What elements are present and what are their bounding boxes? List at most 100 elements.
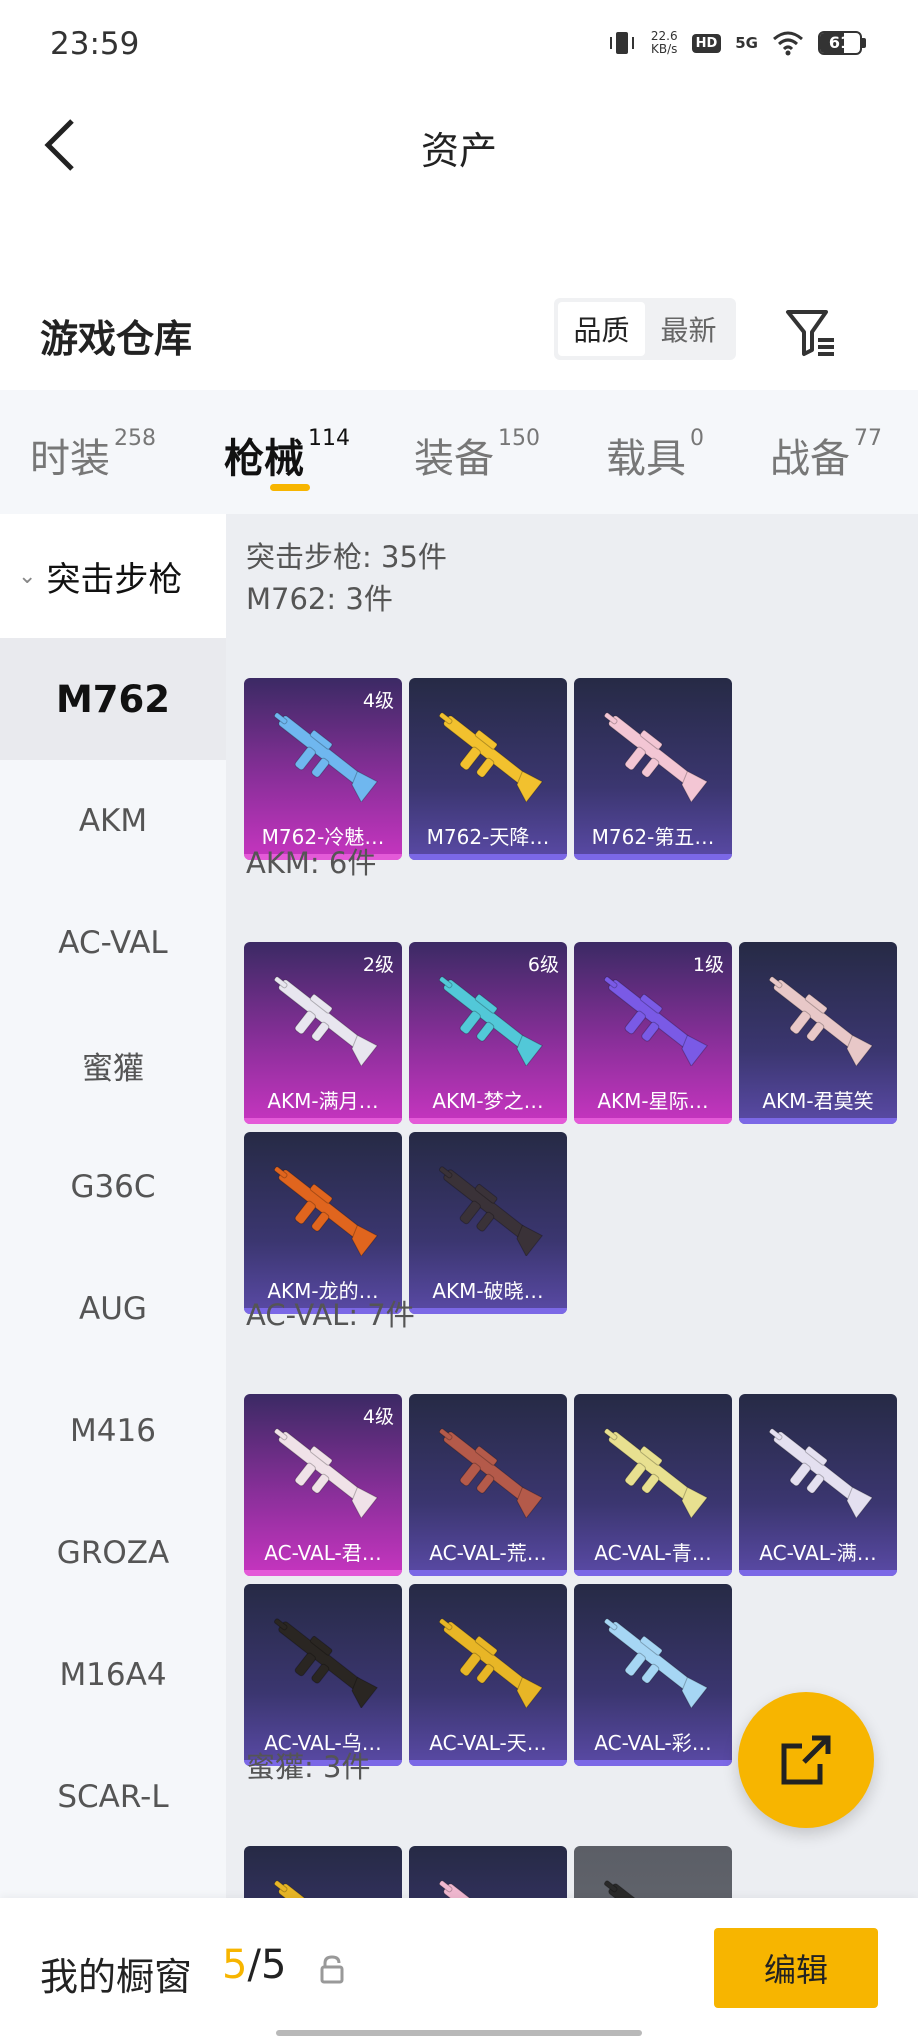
sidebar-item-5[interactable]: AUG [0,1248,226,1370]
tab-vehicles[interactable]: 载具 0 [606,426,704,484]
card-name: AC-VAL-天… [429,1731,547,1755]
rifle-icon [604,976,708,1066]
hd-badge: HD [691,33,722,53]
tab-count: 258 [114,426,156,451]
tab-label: 战备 [770,436,850,482]
card-level: 4级 [362,1406,394,1428]
card-name: M762-第五… [591,825,715,849]
filter-icon [786,310,834,356]
section-title: AKM: 6件 [246,846,377,880]
edit-button[interactable]: 编辑 [714,1928,878,2008]
rifle-icon [274,1618,378,1708]
status-bar: 23:59 22.6 KB/s HD 5G 61 [0,0,918,90]
weapon-card[interactable]: AC-VAL-青… [574,1394,732,1576]
rarity-strip [574,1760,732,1766]
card-name: AC-VAL-彩… [594,1731,712,1755]
rifle-icon [439,1618,543,1708]
rifle-icon [604,1618,708,1708]
weapon-card[interactable]: AC-VAL-荒… [409,1394,567,1576]
sort-option-quality[interactable]: 品质 [558,302,645,356]
card-level: 1级 [692,954,724,976]
rarity-strip [574,854,732,860]
tab-supplies[interactable]: 战备 77 [770,426,882,484]
rarity-strip [244,1570,402,1576]
tab-costume[interactable]: 时装 258 [30,426,156,484]
rifle-icon [274,712,378,802]
status-time: 23:59 [50,26,140,62]
sidebar-item-1[interactable]: AKM [0,760,226,882]
weapon-card[interactable]: AC-VAL-彩… [574,1584,732,1766]
rifle-icon [439,1166,543,1256]
showcase-label: 我的橱窗 [40,1955,193,1999]
weapon-card[interactable]: 6级 AKM-梦之… [409,942,567,1124]
showcase-total: 5 [260,1942,287,1988]
rifle-icon [439,1428,543,1518]
sidebar-item-8[interactable]: M16A4 [0,1614,226,1736]
sidebar-item-4[interactable]: G36C [0,1126,226,1248]
tab-equipment[interactable]: 装备 150 [414,426,540,484]
rifle-icon [439,712,543,802]
rarity-strip [409,854,567,860]
showcase-current: 5 [222,1942,248,1988]
share-button[interactable] [738,1692,874,1828]
chevron-down-icon: ⌄ [18,563,37,589]
home-indicator[interactable] [276,2030,642,2036]
tab-label: 载具 [606,436,686,482]
weapon-card[interactable]: AKM-君莫笑 [739,942,897,1124]
tab-weapons[interactable]: 枪械 114 [224,426,350,484]
weapon-card[interactable]: 1级 AKM-星际… [574,942,732,1124]
weapon-grid: 突击步枪: 35件 M762: 3件 4级 M762-冷魅… M762-天降… M762… [226,514,918,1898]
section-title: AC-VAL: 7件 [246,1298,415,1332]
rarity-strip [409,1760,567,1766]
weapon-card[interactable]: AKM-龙的… [244,1132,402,1314]
warehouse-bar: 游戏仓库 品质 最新 [0,280,918,390]
weapon-card[interactable]: M762-第五… [574,678,732,860]
network-label: 5G [735,34,758,52]
rifle-icon [604,712,708,802]
weapon-card[interactable]: 2级 AKM-满月… [244,942,402,1124]
tab-label: 枪械 [224,436,304,482]
header: 资产 [0,90,918,200]
rarity-strip [409,1570,567,1576]
lock-icon [320,1955,344,1984]
sidebar-item-3[interactable]: 蜜獾 [0,1004,226,1126]
weapon-card[interactable]: AC-VAL-天… [409,1584,567,1766]
card-name: AKM-破晓… [432,1279,544,1303]
battery-level: 61 [828,33,852,52]
battery-icon: 61 [818,31,866,55]
rarity-strip [739,1118,897,1124]
weapon-card[interactable]: AKM-破晓… [409,1132,567,1314]
active-tab-indicator [270,484,310,491]
rarity-strip [244,1118,402,1124]
weapon-card[interactable]: M762-天降… [409,678,567,860]
category-summary: 突击步枪: 35件 [246,540,447,574]
sidebar-item-0[interactable]: M762 [0,638,226,760]
rarity-strip [739,1570,897,1576]
weapon-card[interactable]: AC-VAL-满… [739,1394,897,1576]
weapon-card[interactable] [574,1846,732,1898]
sidebar-item-7[interactable]: GROZA [0,1492,226,1614]
sidebar-item-9[interactable]: SCAR-L [0,1736,226,1858]
rifle-icon [274,1428,378,1518]
card-name: AKM-君莫笑 [762,1089,874,1113]
card-level: 6级 [527,954,559,976]
weapon-card[interactable] [409,1846,567,1898]
weapon-card[interactable]: 4级 M762-冷魅… [244,678,402,860]
tab-count: 0 [690,426,704,451]
sidebar-group-label: 突击步枪 [46,559,183,600]
weapon-card[interactable]: 4级 AC-VAL-君… [244,1394,402,1576]
weapon-card[interactable]: AC-VAL-乌… [244,1584,402,1766]
rifle-icon [769,976,873,1066]
rarity-strip [409,1118,567,1124]
sidebar-group-assault-rifles[interactable]: ⌄ 突击步枪 [0,514,226,638]
sidebar-item-2[interactable]: AC-VAL [0,882,226,1004]
filter-button[interactable] [780,302,840,362]
showcase-count: 5/5 [222,1942,286,1988]
weapon-card[interactable] [244,1846,402,1898]
sidebar-item-6[interactable]: M416 [0,1370,226,1492]
tab-count: 114 [308,426,350,451]
card-level: 2级 [362,954,394,976]
status-icons: 22.6 KB/s HD 5G 61 [607,28,866,58]
rifle-icon [604,1428,708,1518]
sort-option-newest[interactable]: 最新 [645,302,732,356]
